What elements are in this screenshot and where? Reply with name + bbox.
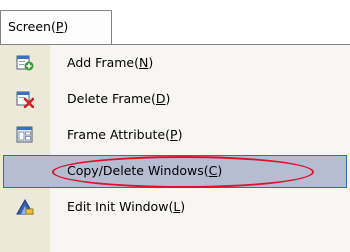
frame-attribute-icon bbox=[16, 126, 34, 144]
menu-item-edit-init-window[interactable]: Edit Init Window(L) bbox=[0, 189, 350, 225]
menu-screen-label: Screen bbox=[8, 19, 51, 34]
screen-dropdown: Add Frame(N) Delete Frame(D) Frame Attri… bbox=[0, 44, 350, 252]
add-frame-icon bbox=[16, 54, 34, 72]
menu-item-delete-frame[interactable]: Delete Frame(D) bbox=[0, 81, 350, 117]
menu-screen-key: P bbox=[55, 19, 64, 34]
menu-item-add-frame[interactable]: Add Frame(N) bbox=[0, 45, 350, 81]
delete-frame-label: Delete Frame bbox=[67, 91, 151, 106]
menu-bar: Screen(P) bbox=[0, 0, 350, 44]
menu-screen[interactable]: Screen(P) bbox=[0, 10, 112, 44]
edit-init-window-label: Edit Init Window bbox=[67, 199, 169, 214]
add-frame-key: N bbox=[139, 55, 149, 70]
frame-attribute-key: P bbox=[170, 127, 178, 142]
menu-item-copy-delete-windows[interactable]: Copy/Delete Windows(C) bbox=[0, 153, 350, 189]
edit-init-window-key: L bbox=[173, 199, 181, 214]
frame-attribute-label: Frame Attribute bbox=[67, 127, 166, 142]
annotation-circle bbox=[52, 156, 314, 188]
delete-frame-icon bbox=[16, 90, 35, 109]
menu-item-frame-attribute[interactable]: Frame Attribute(P) bbox=[0, 117, 350, 153]
delete-frame-key: D bbox=[155, 91, 166, 106]
edit-init-window-icon bbox=[16, 198, 34, 216]
add-frame-label: Add Frame bbox=[67, 55, 135, 70]
